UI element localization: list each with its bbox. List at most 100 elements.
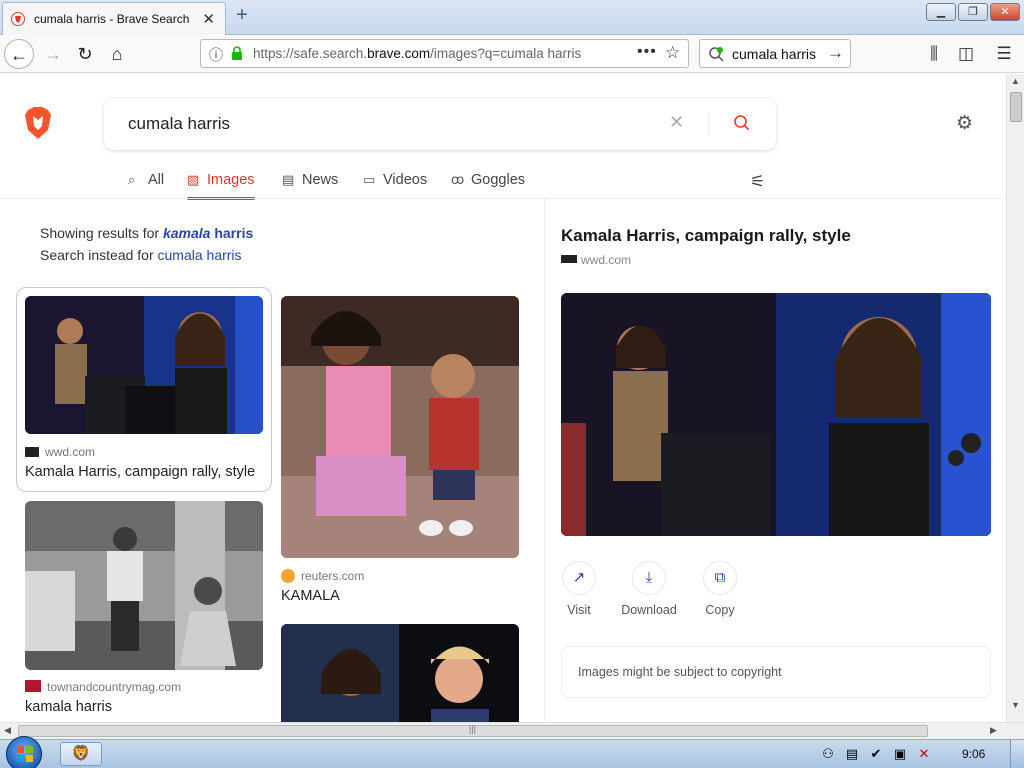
search-go-icon[interactable]: → — [827, 43, 844, 63]
windows-logo-icon — [17, 746, 33, 762]
brave-logo-icon[interactable] — [24, 106, 52, 140]
tab-goggles[interactable]: ꝏ Goggles — [451, 172, 525, 200]
panel-image[interactable] — [561, 293, 991, 536]
header-divider — [0, 198, 1006, 199]
library-icon[interactable]: ⫼ — [920, 39, 948, 69]
reuters-favicon-icon — [281, 569, 295, 583]
tab-news[interactable]: ▤ News — [282, 172, 338, 200]
address-bar[interactable]: ⓘ https://safe.search.brave.com/images?q… — [200, 39, 689, 68]
taskbar-clock[interactable]: 9:06 — [962, 747, 985, 761]
scroll-left-icon[interactable]: ◀ — [4, 725, 11, 736]
search-query-input[interactable]: cumala harris — [128, 114, 230, 134]
scroll-right-icon[interactable]: ▶ — [990, 725, 997, 736]
download-button[interactable]: ⤓ Download — [619, 561, 679, 617]
wwd-favicon-icon — [25, 447, 39, 457]
result-image[interactable] — [25, 296, 263, 434]
external-link-icon: ↗ — [562, 561, 596, 595]
bookmark-star-icon[interactable]: ☆ — [665, 43, 680, 63]
wwd-favicon-icon — [561, 255, 577, 263]
page-content: cumala harris ✕ ⚙ ⌕ All ▧ Images ▤ News ▭ Vi… — [0, 74, 1006, 722]
result-thumbnail-1 — [25, 296, 263, 434]
tray-monitor-icon[interactable]: ▣ — [892, 746, 908, 762]
tab-all[interactable]: ⌕ All — [128, 172, 164, 200]
taskbar-app-icon[interactable]: 🦁 — [60, 742, 102, 766]
scroll-up-icon[interactable]: ▲ — [1011, 76, 1020, 86]
tab-close-icon[interactable]: ✕ — [202, 10, 215, 28]
result-thumbnail-4 — [281, 624, 519, 722]
result-caption[interactable]: kamala harris — [25, 699, 112, 715]
vertical-scroll-thumb[interactable] — [1010, 92, 1022, 122]
video-icon: ▭ — [363, 172, 376, 187]
brave-favicon-icon — [11, 12, 25, 26]
news-icon: ▤ — [282, 172, 295, 187]
search-icon[interactable] — [732, 113, 752, 133]
result-caption[interactable]: KAMALA — [281, 588, 340, 604]
result-image[interactable] — [281, 624, 519, 722]
goggles-icon: ꝏ — [451, 172, 465, 187]
minimize-icon[interactable]: ▁ — [926, 3, 956, 21]
scroll-down-icon[interactable]: ▼ — [1011, 700, 1020, 710]
filters-icon[interactable]: ⚟ — [750, 172, 765, 192]
copy-icon: ⧉ — [703, 561, 737, 595]
show-desktop-button[interactable] — [1010, 740, 1024, 768]
start-button[interactable] — [6, 736, 42, 768]
tab-title: cumala harris - Brave Search — [34, 12, 190, 26]
copy-label: Copy — [705, 603, 735, 617]
download-label: Download — [621, 603, 677, 617]
tray-network-user-icon[interactable]: ⚇ — [820, 746, 836, 762]
result-source: townandcountrymag.com — [25, 680, 181, 694]
result-caption[interactable]: Kamala Harris, campaign rally, style — [25, 464, 255, 480]
lock-icon[interactable] — [231, 46, 243, 60]
settings-gear-icon[interactable]: ⚙ — [956, 112, 973, 135]
browser-tab[interactable]: cumala harris - Brave Search ✕ — [2, 2, 226, 35]
result-image[interactable] — [25, 501, 263, 670]
reload-icon[interactable]: ↻ — [70, 39, 100, 69]
site-info-icon[interactable]: ⓘ — [209, 45, 223, 65]
townandcountry-favicon-icon — [25, 680, 41, 692]
tray-volume-muted-icon[interactable]: ✕ — [916, 746, 932, 762]
tray-shield-icon[interactable]: ✔ — [868, 746, 884, 762]
result-thumbnail-3 — [281, 296, 519, 558]
horizontal-scrollbar[interactable]: ◀ ||| ▶ — [0, 722, 1024, 739]
horizontal-scroll-thumb[interactable]: ||| — [18, 724, 928, 737]
visit-button[interactable]: ↗ Visit — [549, 561, 609, 617]
back-icon[interactable]: ← — [4, 39, 34, 69]
column-divider — [544, 199, 545, 722]
url-text[interactable]: https://safe.search.brave.com/images?q=c… — [253, 46, 581, 61]
navigation-toolbar: ← → ↻ ⌂ ⓘ https://safe.search.brave.com/… — [0, 35, 1024, 73]
tray-document-icon[interactable]: ▤ — [844, 746, 860, 762]
restore-icon[interactable]: ❐ — [958, 3, 988, 21]
search-icon: ⌕ — [128, 172, 136, 187]
scroll-grip-icon: ||| — [469, 724, 477, 734]
search-engine-icon — [709, 47, 724, 62]
new-tab-icon[interactable]: + — [232, 4, 252, 27]
corrected-query-link[interactable]: kamala harris — [163, 225, 253, 241]
home-icon[interactable]: ⌂ — [102, 39, 132, 69]
showing-results-line: Showing results for kamala harris — [40, 225, 254, 241]
search-bar[interactable]: cumala harris ✕ — [104, 98, 776, 150]
visit-label: Visit — [567, 603, 591, 617]
spelling-correction: Showing results for kamala harris Search… — [40, 222, 253, 266]
browser-search-box[interactable]: cumala harris → — [699, 39, 851, 68]
copy-button[interactable]: ⧉ Copy — [690, 561, 750, 617]
panel-title[interactable]: Kamala Harris, campaign rally, style — [561, 226, 851, 246]
sidebar-icon[interactable]: ◫ — [952, 39, 980, 69]
clear-search-icon[interactable]: ✕ — [669, 112, 684, 133]
vertical-scrollbar[interactable]: ▲ ▼ — [1006, 74, 1024, 722]
tab-videos[interactable]: ▭ Videos — [363, 172, 427, 200]
window-close-icon[interactable]: ✕ — [990, 3, 1020, 21]
panel-preview-image — [561, 293, 991, 536]
forward-icon[interactable]: → — [38, 39, 68, 69]
result-image[interactable] — [281, 296, 519, 558]
copyright-notice: Images might be subject to copyright — [561, 646, 991, 698]
search-bar-separator — [708, 112, 709, 136]
tab-images[interactable]: ▧ Images — [187, 172, 255, 200]
result-source: reuters.com — [281, 569, 364, 583]
system-tray: ⚇ ▤ ✔ ▣ ✕ — [820, 746, 932, 762]
browser-search-text[interactable]: cumala harris — [732, 46, 816, 62]
menu-icon[interactable]: ☰ — [990, 39, 1018, 69]
original-query-link[interactable]: cumala harris — [158, 247, 242, 263]
window-titlebar: cumala harris - Brave Search ✕ + ▁ ❐ ✕ — [0, 0, 1024, 35]
window-controls: ▁ ❐ ✕ — [926, 3, 1020, 21]
page-actions-icon[interactable]: ••• — [637, 43, 657, 61]
